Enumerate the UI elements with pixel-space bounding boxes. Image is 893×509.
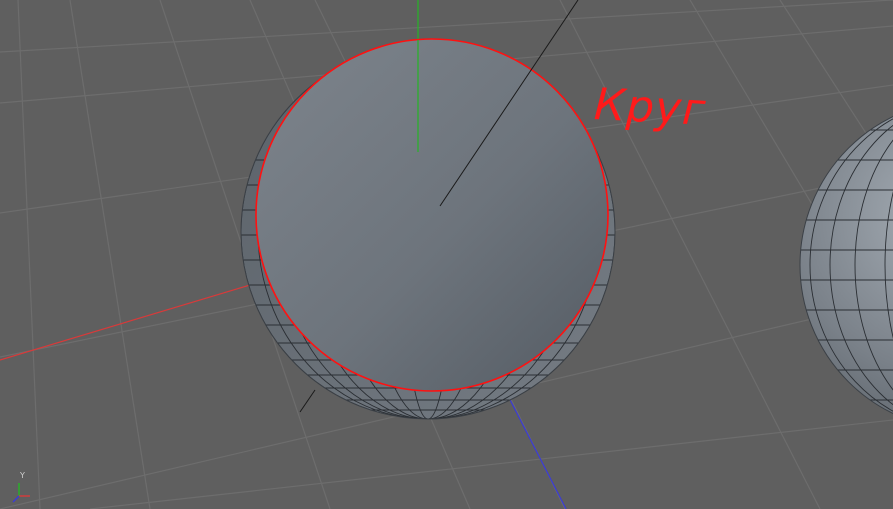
x-axis-line bbox=[0, 281, 261, 361]
handwritten-annotation: Круг bbox=[592, 79, 708, 136]
secondary-sphere[interactable] bbox=[790, 100, 893, 430]
viewport-canvas[interactable] bbox=[0, 0, 893, 509]
axis-gizmo-icon: Y bbox=[8, 471, 38, 504]
helper-line bbox=[299, 389, 316, 413]
circle-disc[interactable] bbox=[255, 38, 609, 392]
z-axis-line bbox=[504, 389, 567, 509]
gizmo-y-label: Y bbox=[20, 471, 25, 480]
3d-viewport[interactable]: Круг Y bbox=[0, 0, 893, 509]
